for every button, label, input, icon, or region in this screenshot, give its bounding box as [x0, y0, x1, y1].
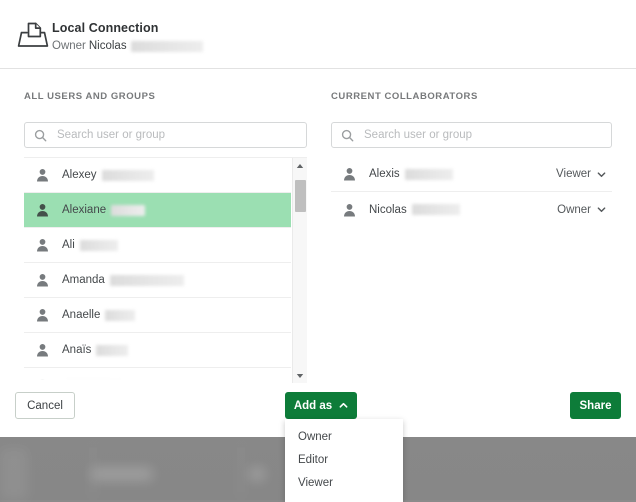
collaborator-name: Alexis — [369, 168, 556, 180]
person-icon — [36, 203, 49, 217]
backdrop-blur-shape — [0, 448, 28, 500]
collaborator-role-value: Viewer — [556, 168, 591, 180]
redacted-surname — [96, 344, 129, 356]
collaborator-row: Nicolas Owner — [331, 192, 612, 227]
add-as-option-viewer[interactable]: Viewer — [285, 471, 403, 494]
all-users-panel-label: ALL USERS AND GROUPS — [24, 91, 156, 102]
chevron-up-icon — [339, 401, 348, 410]
collaborators-search-input[interactable] — [362, 128, 611, 142]
user-name: Alexey — [62, 169, 154, 181]
redacted-name — [67, 379, 123, 383]
person-icon — [36, 168, 49, 182]
user-list-item[interactable]: Ali — [24, 228, 291, 263]
collaborators-list: Alexis Viewer Nicolas Owner — [331, 157, 612, 227]
redacted-surname — [105, 309, 136, 321]
owner-label: Owner — [52, 40, 86, 52]
user-name: Ali — [62, 239, 118, 251]
add-as-dropdown-menu: Owner Editor Viewer — [285, 419, 403, 502]
backdrop-blur-shape — [240, 440, 242, 500]
add-as-option-editor[interactable]: Editor — [285, 448, 403, 471]
backdrop-blur-shape — [92, 468, 152, 480]
data-connection-tray-icon — [16, 20, 50, 50]
dialog-title: Local Connection — [52, 21, 159, 35]
redacted-surname — [411, 204, 460, 215]
all-users-list-container: Alexey Alexiane Ali Amanda Anaelle Anaïs — [24, 157, 307, 383]
person-icon — [36, 308, 49, 322]
all-users-scrollbar[interactable] — [292, 158, 307, 383]
person-icon — [36, 273, 49, 287]
redacted-surname — [111, 204, 146, 216]
user-list-item[interactable]: Alexiane — [24, 193, 291, 228]
share-dialog: Local Connection Owner Nicolas ALL USERS… — [0, 0, 636, 502]
user-list-item[interactable]: Anaelle — [24, 298, 291, 333]
user-name — [62, 379, 123, 383]
add-as-label: Add as — [293, 399, 333, 412]
user-name: Anaïs — [62, 344, 129, 356]
collaborator-role-select[interactable]: Owner — [557, 204, 606, 216]
owner-name: Nicolas — [88, 40, 127, 52]
user-list-item[interactable]: Alexey — [24, 158, 291, 193]
user-list-item[interactable]: Amanda — [24, 263, 291, 298]
user-name: Alexiane — [62, 204, 146, 216]
all-users-list: Alexey Alexiane Ali Amanda Anaelle Anaïs — [24, 158, 291, 383]
all-users-search[interactable] — [24, 122, 307, 148]
user-name: Anaelle — [62, 309, 136, 321]
collaborators-search[interactable] — [331, 122, 612, 148]
person-icon — [343, 203, 356, 217]
redacted-surname — [130, 40, 203, 52]
collaborator-name: Nicolas — [369, 204, 557, 216]
add-as-option-owner[interactable]: Owner — [285, 425, 403, 448]
chevron-up-icon[interactable] — [293, 159, 307, 173]
search-icon — [34, 129, 47, 142]
person-icon — [36, 238, 49, 252]
redacted-surname — [404, 168, 453, 180]
user-list-item[interactable]: Anaïs — [24, 333, 291, 368]
chevron-down-icon[interactable] — [293, 369, 307, 383]
dialog-header-text: Local Connection Owner Nicolas — [52, 20, 203, 54]
collaborator-role-select[interactable]: Viewer — [556, 168, 606, 180]
cancel-button[interactable]: Cancel — [15, 392, 75, 419]
user-list-item-partial[interactable] — [24, 368, 291, 383]
redacted-surname — [101, 169, 154, 181]
current-collaborators-panel-label: CURRENT COLLABORATORS — [331, 91, 478, 102]
search-icon — [341, 129, 354, 142]
dialog-footer: Cancel Add as Share Owner Editor Viewer — [0, 389, 636, 502]
collaborator-row: Alexis Viewer — [331, 157, 612, 192]
dialog-body: ALL USERS AND GROUPS Alexey Alexiane Ali Am… — [0, 69, 636, 389]
user-name: Amanda — [62, 274, 184, 286]
all-users-search-input[interactable] — [55, 128, 306, 142]
backdrop-blur-shape — [250, 468, 264, 480]
share-button[interactable]: Share — [570, 392, 621, 419]
redacted-surname — [109, 274, 184, 286]
person-icon — [36, 343, 49, 357]
chevron-down-icon — [597, 205, 606, 214]
person-icon — [36, 378, 49, 383]
person-icon — [343, 167, 356, 181]
scrollbar-thumb[interactable] — [295, 180, 306, 212]
collaborator-role-value: Owner — [557, 203, 591, 216]
dialog-owner-line: Owner Nicolas — [52, 38, 203, 54]
chevron-down-icon — [597, 170, 606, 179]
redacted-surname — [79, 239, 118, 251]
add-as-button[interactable]: Add as — [285, 392, 357, 419]
dialog-header: Local Connection Owner Nicolas — [0, 0, 636, 69]
